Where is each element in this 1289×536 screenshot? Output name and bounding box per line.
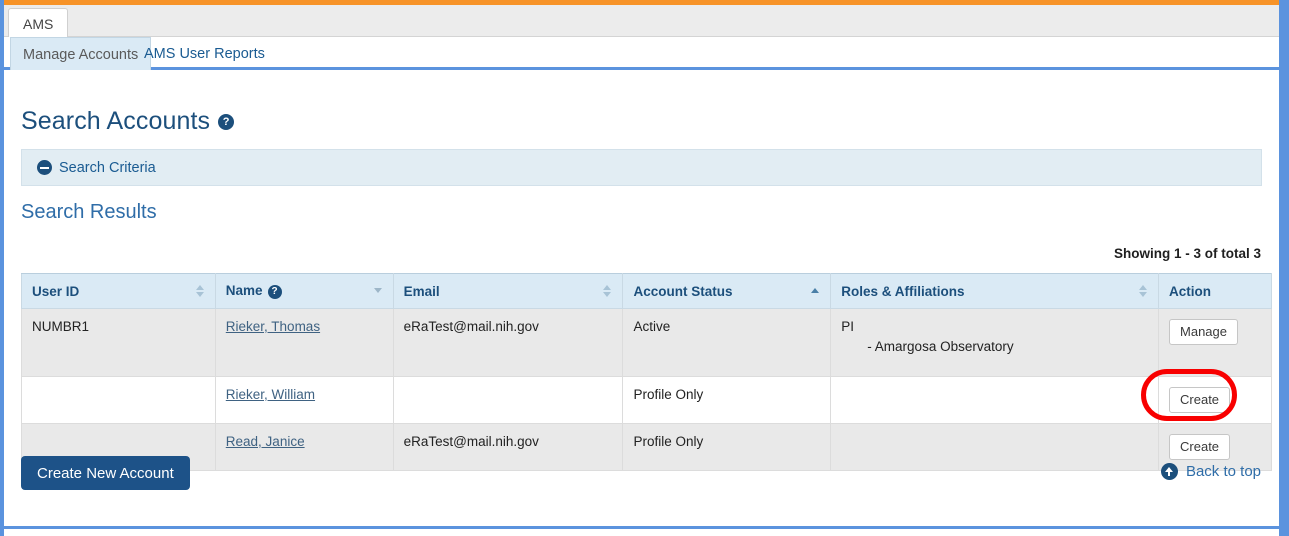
cell-roles-affiliations — [830, 423, 1160, 471]
column-header-user-id-label: User ID — [32, 283, 80, 299]
sort-icon-account-status[interactable] — [811, 284, 820, 298]
search-results-heading: Search Results — [21, 201, 157, 223]
tab-manage-accounts-label: Manage Accounts — [23, 47, 139, 63]
cell-name: Rieker, William — [214, 376, 394, 424]
account-name-link[interactable]: Read, Janice — [226, 434, 305, 449]
help-circle-icon[interactable]: ? — [218, 114, 235, 130]
sort-icon-roles-affiliations[interactable] — [1139, 284, 1148, 298]
column-header-account-status[interactable]: Account Status — [622, 273, 832, 309]
sub-tab-bar: Manage Accounts AMS User Reports — [4, 37, 1279, 70]
application-tab-strip: AMS — [4, 5, 1279, 38]
cell-email: eRaTest@mail.nih.gov — [392, 423, 624, 471]
column-header-email-label: Email — [403, 283, 440, 299]
table-header-row: User ID Name? Email Account Status Roles… — [21, 273, 1272, 309]
role-label: PI — [841, 319, 855, 334]
arrow-up-circle-icon — [1160, 463, 1178, 480]
column-header-action: Action — [1158, 273, 1272, 309]
column-header-name-label-wrap: Name? — [226, 283, 282, 299]
cell-user-id: NUMBR1 — [21, 308, 216, 377]
column-header-name-label: Name — [225, 283, 263, 298]
cell-account-status: Active — [622, 308, 832, 377]
minus-circle-icon[interactable] — [37, 160, 52, 175]
page-title-text: Search Accounts — [21, 107, 211, 135]
table-row: Rieker, William Profile Only Create — [21, 376, 1272, 424]
app-tab-ams[interactable]: AMS — [8, 8, 69, 38]
cell-roles-affiliations — [830, 376, 1160, 424]
cell-action: Manage — [1158, 308, 1272, 377]
affiliation-label: - Amargosa Observatory — [867, 339, 1014, 354]
account-name-link[interactable]: Rieker, Thomas — [226, 319, 320, 334]
sort-icon-email[interactable] — [603, 284, 612, 298]
column-header-action-label: Action — [1169, 283, 1212, 299]
column-header-email[interactable]: Email — [392, 273, 624, 309]
tab-ams-user-reports-label: AMS User Reports — [144, 46, 265, 62]
tab-ams-user-reports[interactable]: AMS User Reports — [132, 37, 277, 70]
sort-icon-name[interactable] — [373, 284, 383, 298]
tab-manage-accounts[interactable]: Manage Accounts — [10, 37, 152, 70]
search-results-table: User ID Name? Email Account Status Roles… — [21, 273, 1272, 471]
cell-name: Rieker, Thomas — [214, 308, 394, 377]
create-button[interactable]: Create — [1169, 434, 1231, 460]
page-title: Search Accounts? — [21, 107, 235, 136]
page-content: Search Accounts? Search Criteria Search … — [4, 73, 1279, 529]
back-to-top-link[interactable]: Back to top — [1160, 463, 1261, 480]
cell-user-id — [21, 376, 216, 424]
manage-button[interactable]: Manage — [1169, 319, 1238, 345]
ams-window: AMS Manage Accounts AMS User Reports Sea… — [0, 0, 1289, 536]
cell-email — [392, 376, 624, 424]
column-header-user-id[interactable]: User ID — [21, 273, 216, 309]
search-criteria-label: Search Criteria — [59, 159, 156, 176]
sort-icon-user-id[interactable] — [195, 284, 205, 298]
cell-account-status: Profile Only — [622, 423, 832, 471]
column-header-roles-affiliations-label: Roles & Affiliations — [841, 283, 965, 299]
column-header-account-status-label: Account Status — [633, 283, 733, 299]
cell-action: Create — [1158, 376, 1272, 424]
cell-email: eRaTest@mail.nih.gov — [392, 308, 624, 377]
window-right-border — [1279, 0, 1289, 536]
table-row: Read, Janice eRaTest@mail.nih.gov Profil… — [21, 423, 1272, 471]
column-header-roles-affiliations[interactable]: Roles & Affiliations — [830, 273, 1160, 309]
column-header-name[interactable]: Name? — [214, 273, 394, 309]
table-row: NUMBR1 Rieker, Thomas eRaTest@mail.nih.g… — [21, 308, 1272, 377]
cell-roles-affiliations: PI - Amargosa Observatory — [830, 308, 1160, 377]
cell-account-status: Profile Only — [622, 376, 832, 424]
create-button[interactable]: Create — [1169, 387, 1231, 413]
search-criteria-panel-header[interactable]: Search Criteria — [21, 149, 1262, 186]
name-help-circle-icon[interactable]: ? — [267, 285, 282, 299]
cell-name: Read, Janice — [214, 423, 394, 471]
create-new-account-button[interactable]: Create New Account — [21, 456, 190, 490]
back-to-top-label: Back to top — [1185, 463, 1261, 480]
account-name-link[interactable]: Rieker, William — [226, 387, 315, 402]
app-tab-label: AMS — [23, 16, 54, 32]
results-count-label: Showing 1 - 3 of total 3 — [1113, 246, 1261, 261]
